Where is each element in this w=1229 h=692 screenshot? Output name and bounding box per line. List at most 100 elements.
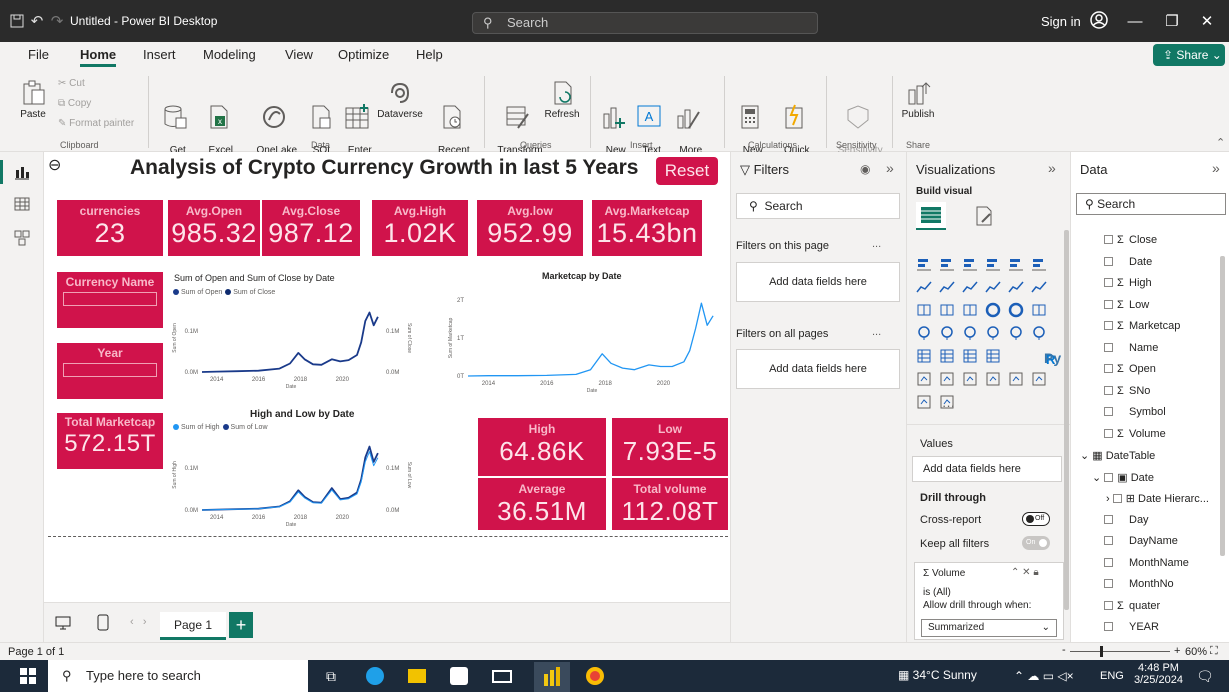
file-explorer-icon[interactable] <box>408 669 426 683</box>
more-options-icon[interactable]: ... <box>872 326 881 338</box>
tab-view[interactable]: View <box>285 47 313 62</box>
field-checkbox[interactable] <box>1104 622 1113 631</box>
data-field-row[interactable]: Day <box>1104 514 1149 526</box>
waterfall-icon[interactable] <box>1008 279 1024 295</box>
collapse-viz-icon[interactable]: » <box>1048 160 1056 176</box>
copy-button[interactable]: ⧉ Copy <box>58 98 91 109</box>
field-checkbox[interactable] <box>1104 557 1113 567</box>
powerbi-taskbar-button[interactable] <box>534 662 570 692</box>
date-hierarchy-row[interactable]: › ⊞ Date Hierarc... <box>1106 492 1209 505</box>
field-checkbox[interactable] <box>1104 579 1113 588</box>
restore-icon[interactable]: ❐ <box>1155 8 1189 34</box>
drill-field-card[interactable]: Σ Volume ⌃ ✕ 🔒︎ is (All) Allow drill thr… <box>914 562 1064 640</box>
clustered-bar-icon[interactable] <box>939 256 955 272</box>
high-low-line-chart[interactable]: 0.0M 0.1M 0.0M 0.1M Sum of Low Sum of High 201… <box>168 434 428 530</box>
clustered-column-icon[interactable] <box>985 256 1001 272</box>
stacked-area-icon[interactable] <box>962 279 978 295</box>
field-actions-icon[interactable]: ⌃ ✕ 🔒︎ <box>1011 567 1039 578</box>
table-node-datetable[interactable]: ⌄ ▦ DateTable <box>1080 449 1155 462</box>
taskbar-search-input[interactable]: ⚲ Type here to search <box>48 660 308 692</box>
field-checkbox[interactable] <box>1104 321 1113 330</box>
viz-scrollbar[interactable] <box>1064 230 1069 610</box>
fit-page-icon[interactable]: ⛶ <box>1210 645 1218 658</box>
narrative-icon[interactable] <box>985 371 1001 387</box>
field-checkbox[interactable] <box>1104 278 1113 287</box>
tab-home[interactable]: Home <box>80 47 117 67</box>
collapse-data-icon[interactable]: » <box>1212 160 1220 176</box>
data-field-row[interactable]: Σ Open <box>1104 363 1156 375</box>
page-nav-icon[interactable]: ‹ › <box>130 616 147 628</box>
data-field-row[interactable]: Date <box>1104 256 1152 268</box>
ribbon-chart-icon[interactable] <box>916 302 932 318</box>
tab-optimize[interactable]: Optimize <box>338 47 389 62</box>
card-icon[interactable] <box>1008 325 1024 341</box>
tab-modeling[interactable]: Modeling <box>203 47 256 62</box>
task-view-icon[interactable]: ⧉ <box>326 668 336 685</box>
format-visual-tab[interactable] <box>974 205 994 227</box>
year-dropdown[interactable] <box>63 363 157 377</box>
more-options-icon[interactable]: ... <box>872 238 881 250</box>
weather-widget[interactable]: ▦ 34°C Sunny <box>898 668 977 682</box>
desktop-layout-icon[interactable] <box>54 614 72 632</box>
field-checkbox[interactable] <box>1104 536 1113 545</box>
field-checkbox[interactable] <box>1104 600 1113 610</box>
matrix-icon[interactable] <box>985 348 1001 364</box>
data-field-row[interactable]: Σquater <box>1104 600 1160 612</box>
data-field-row[interactable]: Σ SNo <box>1104 385 1150 397</box>
line-column-icon[interactable] <box>1031 279 1047 295</box>
data-field-row[interactable]: Σ Close <box>1104 234 1157 246</box>
gauge-icon[interactable] <box>985 325 1001 341</box>
format-painter-button[interactable]: ✎ Format painter <box>58 118 134 129</box>
mail-icon[interactable] <box>492 670 512 683</box>
field-checkbox[interactable] <box>1104 299 1113 309</box>
account-icon[interactable] <box>1089 10 1109 30</box>
language-indicator[interactable]: ENG <box>1100 670 1124 682</box>
slicer-icon[interactable] <box>939 348 955 364</box>
more-visuals-ellipsis[interactable]: ··· <box>942 398 955 413</box>
add-page-button[interactable]: + <box>229 612 253 638</box>
data-field-row[interactable]: MonthNo <box>1104 578 1174 590</box>
field-checkbox[interactable] <box>1104 407 1113 416</box>
search-input[interactable]: ⚲ Search <box>472 12 818 34</box>
cut-button[interactable]: ✂ Cut <box>58 78 85 89</box>
summarized-select[interactable]: Summarized ⌄ <box>921 619 1057 637</box>
collapse-ribbon-icon[interactable]: ⌃ <box>1216 136 1225 149</box>
publish-button[interactable]: Publish <box>898 80 938 121</box>
dataverse-button[interactable]: Dataverse <box>376 80 424 121</box>
data-field-row[interactable]: Name <box>1104 342 1158 354</box>
decomp-tree-icon[interactable] <box>939 371 955 387</box>
share-button[interactable]: ⇪ Share ⌄ <box>1153 44 1225 66</box>
cross-report-toggle[interactable]: Off <box>1022 512 1050 526</box>
power-apps-icon[interactable] <box>916 394 932 410</box>
map-icon[interactable] <box>916 325 932 341</box>
close-icon[interactable]: ✕ <box>1190 8 1224 34</box>
python-visual-icon[interactable]: Py <box>1044 350 1061 366</box>
tab-help[interactable]: Help <box>416 47 443 62</box>
all-filter-drop-zone[interactable]: Add data fields here <box>736 349 900 389</box>
field-checkbox[interactable] <box>1104 256 1113 266</box>
mobile-layout-icon[interactable] <box>96 614 110 632</box>
data-scrollbar[interactable] <box>1220 256 1225 556</box>
report-view-icon[interactable] <box>14 164 30 180</box>
filters-search-input[interactable]: ⚲ Search <box>736 193 900 219</box>
data-field-row[interactable]: Σ Low <box>1104 299 1149 311</box>
field-checkbox[interactable] <box>1104 428 1113 438</box>
paginated-icon[interactable] <box>1031 371 1047 387</box>
zoom-slider[interactable] <box>1070 651 1170 652</box>
area-chart-icon[interactable] <box>939 279 955 295</box>
field-checkbox[interactable] <box>1112 494 1122 503</box>
field-checkbox[interactable] <box>1104 385 1113 395</box>
collapse-filters-icon[interactable]: » <box>886 160 894 176</box>
stacked-column-icon[interactable] <box>962 256 978 272</box>
edge-icon[interactable] <box>366 667 384 685</box>
table-view-icon[interactable] <box>14 196 30 212</box>
page-tab[interactable]: Page 1 <box>160 612 226 640</box>
paste-button[interactable]: Paste <box>20 80 46 121</box>
data-field-row[interactable]: Σ Marketcap <box>1104 320 1180 332</box>
key-influencers-icon[interactable] <box>916 371 932 387</box>
scatter-icon[interactable] <box>962 302 978 318</box>
filled-map-icon[interactable] <box>939 325 955 341</box>
data-field-row[interactable]: YEAR <box>1104 621 1159 633</box>
model-view-icon[interactable] <box>14 230 30 246</box>
chrome-icon[interactable] <box>586 667 604 685</box>
